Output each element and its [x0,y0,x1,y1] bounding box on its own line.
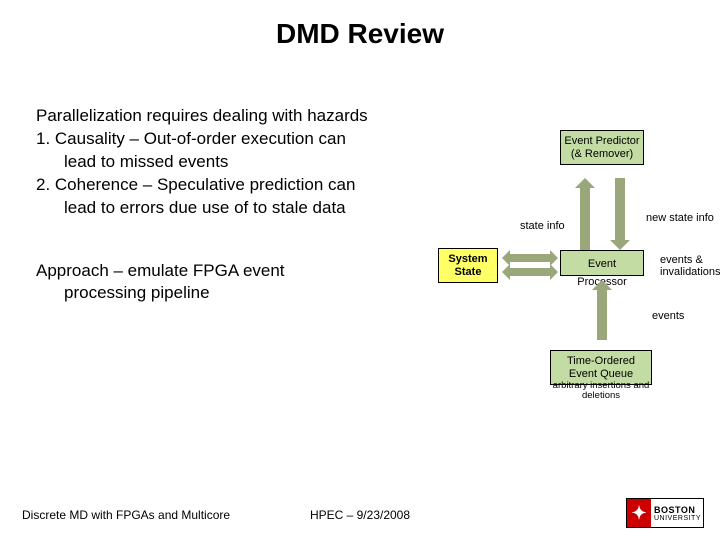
arrowhead-down-icon [610,240,630,250]
logo-line2: UNIVERSITY [654,515,703,522]
state-info-label: state info [520,220,565,232]
arrow-down-icon [615,178,625,240]
approach-line2: processing pipeline [36,282,416,304]
hazards-intro: Parallelization requires dealing with ha… [36,105,466,128]
arrow-h1-icon [510,254,550,262]
logo-text: BOSTON UNIVERSITY [651,499,703,527]
arrow-up-icon [580,188,590,250]
events-inv-label: events & invalidations [660,254,720,278]
hazard-2-line2: lead to errors due use of to stale data [36,197,466,220]
events-label: events [652,310,684,322]
hazards-text: Parallelization requires dealing with ha… [36,105,466,220]
system-state-box: System State [438,248,498,283]
logo-line1: BOSTON [654,505,703,515]
arrowhead-r2-icon [550,264,558,280]
footer-center: HPEC – 9/23/2008 [0,508,720,522]
hazard-1-line1: 1. Causality – Out-of-order execution ca… [36,128,466,151]
boston-university-logo: ✦ BOSTON UNIVERSITY [626,498,704,528]
arrow-up2-icon [597,290,607,340]
approach-line1: Approach – emulate FPGA event [36,260,416,282]
arrow-h2-icon [510,268,550,276]
queue-subtext: arbitrary insertions and deletions [550,381,652,402]
hazard-1-line2: lead to missed events [36,151,466,174]
event-processor-box: Event Processor [560,250,644,276]
hazard-2-line1: 2. Coherence – Speculative prediction ca… [36,174,466,197]
new-state-label: new state info [646,212,714,224]
event-predictor-box: Event Predictor (& Remover) [560,130,644,165]
logo-shield-icon: ✦ [627,499,651,527]
arrowhead-l2-icon [502,264,510,280]
slide-title: DMD Review [0,0,720,50]
arrowhead-up-icon [575,178,595,188]
arrowhead-up2-icon [592,280,612,290]
approach-text: Approach – emulate FPGA event processing… [36,260,416,304]
